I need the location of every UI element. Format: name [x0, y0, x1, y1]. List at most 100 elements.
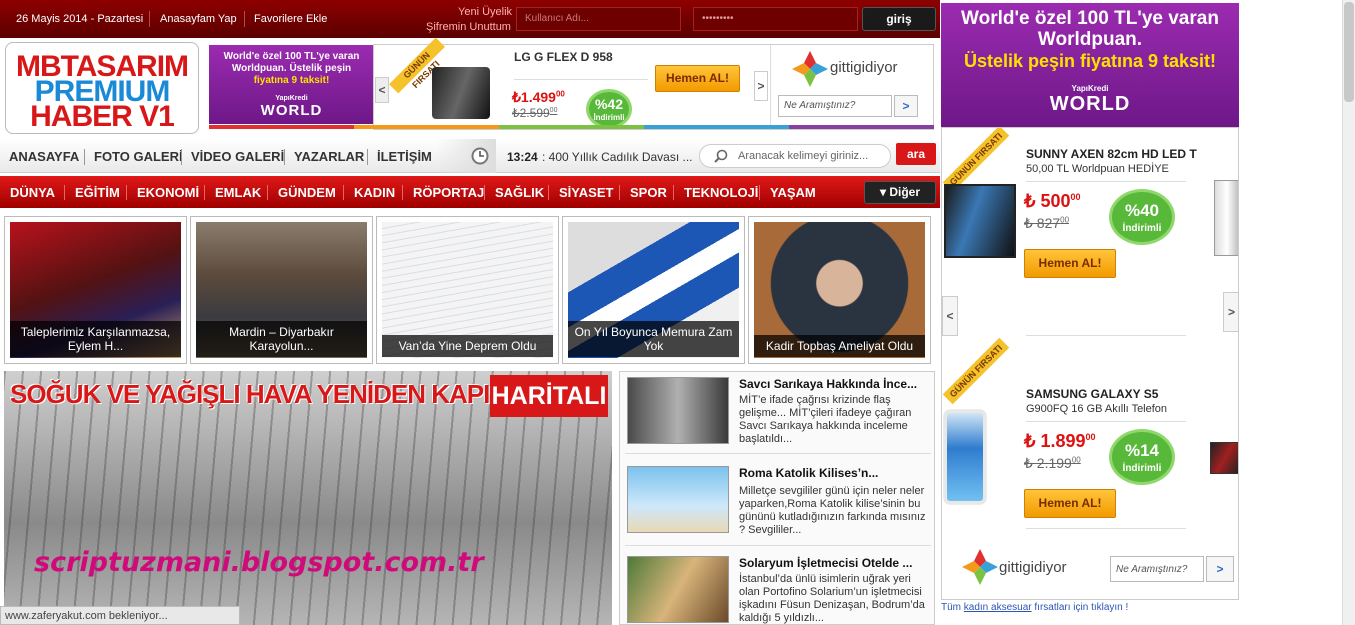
cat-kadin[interactable]: KADIN: [354, 185, 395, 200]
phone-image[interactable]: [432, 67, 490, 119]
ad-line: fiyatına 9 taksit!: [253, 75, 330, 86]
home-link[interactable]: Anasayfam Yap: [160, 13, 237, 25]
prev-arrow-icon[interactable]: <: [375, 77, 389, 103]
cat-ekonomi[interactable]: EKONOMİ: [137, 185, 199, 200]
world-ad-small[interactable]: World'e özel 100 TL'ye varan Worldpuan. …: [209, 45, 374, 124]
deal-search-button[interactable]: >: [894, 95, 918, 117]
discount-label: İndirimli: [1122, 463, 1162, 474]
divider: [1026, 335, 1186, 336]
headline-slider[interactable]: SOĞUK VE YAĞIŞLI HAVA YENİDEN KAPIDA HAR…: [4, 371, 612, 625]
thumb-caption[interactable]: Mardin – Diyarbakır Karayolun...: [196, 321, 367, 357]
next-arrow-icon[interactable]: >: [1223, 292, 1238, 332]
old-price: ₺ 2.19900: [1024, 455, 1081, 472]
bottom-promo-text: Tüm kadın aksesuar fırsatları için tıkla…: [941, 602, 1128, 613]
promo-link[interactable]: kadın aksesuar: [964, 602, 1032, 613]
world-ad-large[interactable]: World'e özel 100 TL'ye varan Worldpuan. …: [941, 3, 1239, 127]
cat-emlak[interactable]: EMLAK: [215, 185, 261, 200]
cat-gundem[interactable]: GÜNDEM: [278, 185, 336, 200]
cat-dunya[interactable]: DÜNYA: [10, 185, 55, 200]
username-input[interactable]: Kullanıcı Adı...: [516, 7, 681, 31]
product-name[interactable]: SAMSUNG GALAXY S5: [1026, 387, 1158, 401]
discount-value: %40: [1124, 201, 1160, 220]
news-thumb[interactable]: [627, 466, 729, 533]
nav-item-video-galeri[interactable]: VİDEO GALERİ: [191, 149, 284, 164]
nav-item-yazarlar[interactable]: YAZARLAR: [294, 149, 364, 164]
cat-roportaj[interactable]: RÖPORTAJ: [413, 185, 484, 200]
ticker-time: 13:24: [507, 150, 538, 164]
login-button[interactable]: giriş: [862, 7, 936, 31]
site-logo[interactable]: MBTASARIM PREMIUM HABER V1: [5, 42, 199, 134]
side-product-image[interactable]: [1214, 180, 1238, 256]
promo-post: fırsatları için tıklayın !: [1031, 602, 1129, 613]
news-title[interactable]: Savcı Sarıkaya Hakkında İnce...: [739, 377, 917, 391]
page-scrollbar[interactable]: [1342, 0, 1355, 625]
cat-egitim[interactable]: EĞİTİM: [75, 185, 120, 200]
cat-teknoloji[interactable]: TEKNOLOJİ: [684, 185, 758, 200]
side-product-image[interactable]: [1210, 442, 1238, 474]
ticker-text[interactable]: : 400 Yıllık Cadılık Davası ...: [542, 150, 693, 164]
product-name[interactable]: SUNNY AXEN 82cm HD LED T: [1026, 147, 1197, 161]
divider: [673, 185, 674, 200]
divider: [244, 11, 245, 27]
world-logo: WORLD: [260, 102, 323, 119]
discount-label: İndirimli: [593, 113, 625, 122]
watermark-text: scriptuzmani.blogspot.com.tr: [34, 547, 484, 578]
thumb-card[interactable]: Taleplerimiz Karşılanmazsa, Eylem H...: [4, 216, 187, 364]
favorites-link[interactable]: Favorilere Ekle: [254, 13, 327, 25]
nav-item-anasayfa[interactable]: ANASAYFA: [9, 149, 79, 164]
price: ₺ 50000: [1024, 191, 1081, 212]
top-deal-widget: < GÜNÜN FIRSATI LG G FLEX D 958 ₺1.49900…: [373, 37, 934, 131]
headline-title[interactable]: SOĞUK VE YAĞIŞLI HAVA YENİDEN KAPIDA: [10, 379, 526, 410]
site-search-input[interactable]: Aranacak kelimeyi giriniz...: [699, 144, 891, 168]
deal-search-input[interactable]: Ne Aramıştınız?: [1110, 556, 1204, 582]
news-title[interactable]: Roma Katolik Kilises’n...: [739, 466, 878, 480]
divider: [1026, 421, 1186, 422]
new-member-link[interactable]: Yeni Üyelik: [458, 6, 512, 18]
news-desc: MİT’e ifade çağrısı krizinde flaş gelişm…: [739, 394, 912, 445]
news-thumb[interactable]: [627, 556, 729, 623]
phone-image[interactable]: [944, 410, 986, 504]
world-logo: WORLD: [1049, 93, 1131, 115]
thumb-caption[interactable]: Taleplerimiz Karşılanmazsa, Eylem H...: [10, 321, 181, 357]
next-arrow-icon[interactable]: >: [754, 71, 768, 101]
more-menu-button[interactable]: ▾ Diğer: [864, 181, 936, 204]
price-decimals: 00: [1085, 432, 1096, 442]
password-input[interactable]: •••••••••: [693, 7, 858, 31]
thumb-caption[interactable]: Van’da Yine Deprem Oldu: [382, 335, 553, 357]
news-title[interactable]: Solaryum İşletmecisi Otelde ...: [739, 556, 912, 570]
brand-name[interactable]: gittigidiyor: [830, 59, 898, 76]
divider: [484, 185, 485, 200]
brand-name[interactable]: gittigidiyor: [999, 559, 1067, 576]
promo-pre: Tüm: [941, 602, 964, 613]
divider: [619, 185, 620, 200]
search-button[interactable]: ara: [896, 143, 936, 165]
cat-saglik[interactable]: SAĞLIK: [495, 185, 544, 200]
cat-siyaset[interactable]: SİYASET: [559, 185, 613, 200]
old-price-value: ₺2.599: [512, 106, 550, 120]
thumb-card[interactable]: Van’da Yine Deprem Oldu: [376, 216, 559, 364]
cat-yasam[interactable]: YAŞAM: [770, 185, 816, 200]
price: ₺ 1.89900: [1024, 431, 1096, 452]
forgot-password-link[interactable]: Şifremin Unuttum: [426, 21, 511, 33]
deal-search-button[interactable]: >: [1206, 556, 1234, 582]
deal-search-input[interactable]: Ne Aramıştınız?: [778, 95, 892, 117]
news-thumb[interactable]: [627, 377, 729, 444]
prev-arrow-icon[interactable]: <: [942, 296, 958, 336]
nav-item-iletisim[interactable]: İLETİŞİM: [377, 149, 432, 164]
thumb-card[interactable]: Kadir Topbaş Ameliyat Oldu: [748, 216, 931, 364]
buy-now-button[interactable]: Hemen AL!: [655, 65, 740, 92]
thumb-caption[interactable]: Kadir Topbaş Ameliyat Oldu: [754, 335, 925, 357]
nav-item-foto-galeri[interactable]: FOTO GALERİ: [94, 149, 183, 164]
buy-now-button[interactable]: Hemen AL!: [1024, 249, 1116, 278]
thumb-caption[interactable]: On Yıl Boyunca Memura Zam Yok: [568, 321, 739, 357]
cat-spor[interactable]: SPOR: [630, 185, 667, 200]
buy-now-button[interactable]: Hemen AL!: [1024, 489, 1116, 518]
divider: [204, 185, 205, 200]
thumb-card[interactable]: Mardin – Diyarbakır Karayolun...: [190, 216, 373, 364]
divider: [367, 149, 368, 165]
scrollbar-thumb[interactable]: [1344, 2, 1354, 102]
discount-badge: %42 İndirimli: [586, 89, 632, 129]
product-name[interactable]: LG G FLEX D 958: [514, 50, 613, 64]
tv-image[interactable]: [944, 184, 1016, 258]
thumb-card[interactable]: On Yıl Boyunca Memura Zam Yok: [562, 216, 745, 364]
